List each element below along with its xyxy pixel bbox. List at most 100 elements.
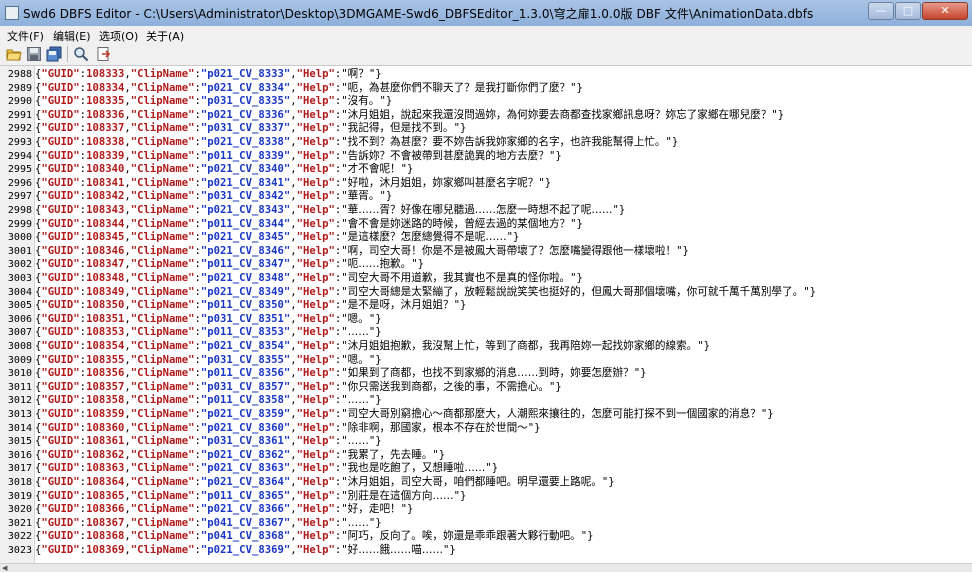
help-text: 我累了，先去睡。 (347, 448, 433, 461)
clipname-value: p021_CV_8363 (207, 462, 284, 475)
toolbar (0, 43, 972, 66)
line-number: 3011 (7, 381, 32, 393)
clipname-value: p021_CV_8334 (207, 81, 284, 94)
line-number: 2994 (7, 150, 32, 162)
clipname-value: p031_CV_8337 (207, 122, 284, 135)
guid-value: 108360 (86, 421, 125, 434)
clipname-value: p021_CV_8364 (207, 476, 284, 488)
guid-value: 108359 (86, 408, 125, 420)
code-line: 3004 {"GUID":108349,"ClipName":"p021_CV_8… (0, 286, 816, 300)
clipname-value: p011_CV_8358 (207, 394, 284, 407)
code-line: 3020 {"GUID":108366,"ClipName":"p021_CV_8… (0, 503, 414, 517)
line-number: 3013 (7, 409, 32, 420)
guid-value: 108338 (86, 136, 125, 148)
line-number: 3005 (7, 300, 32, 312)
guid-value: 108350 (86, 299, 125, 312)
guid-value: 108341 (86, 176, 125, 189)
help-text: 司空大哥不用道歉，我其實也不是真的怪你啦。 (347, 272, 571, 284)
clipname-value: p011_CV_8344 (207, 217, 284, 230)
code-line: 3014 {"GUID":108360,"ClipName":"p021_CV_8… (0, 422, 541, 436)
guid-value: 108333 (86, 68, 125, 80)
window-title: Swd6 DBFS Editor - C:\Users\Administrato… (23, 7, 814, 21)
line-number: 3009 (7, 354, 32, 366)
code-line: 3017 {"GUID":108363,"ClipName":"p021_CV_8… (0, 462, 498, 476)
close-button[interactable]: ✕ (922, 2, 968, 20)
help-text: 好，走吧！ (347, 503, 401, 516)
line-number: 3022 (7, 531, 32, 543)
code-line: 3009 {"GUID":108355,"ClipName":"p031_CV_8… (0, 354, 382, 368)
code-line: 3021 {"GUID":108367,"ClipName":"p041_CV_8… (0, 517, 382, 531)
clipname-value: p031_CV_8351 (207, 312, 284, 325)
guid-value: 108340 (86, 163, 125, 176)
help-text: 啊，司空大哥！你是不是被鳳大哥帶壞了？怎麼嘴變得跟他一樣壞啦！ (347, 244, 677, 257)
clipname-value: p021_CV_8341 (207, 176, 284, 189)
guid-value: 108345 (86, 231, 125, 244)
help-text: 別莊是在這個方向…… (347, 489, 454, 502)
menu-about[interactable]: 关于(A) (146, 28, 184, 44)
clipname-value: p011_CV_8350 (207, 299, 284, 312)
help-text: 嗯。 (347, 312, 369, 325)
line-number: 2999 (7, 218, 32, 230)
clipname-value: p021_CV_8362 (207, 448, 284, 461)
line-number: 2995 (7, 164, 32, 176)
help-text: 阿巧，反向了。唉，妳還是乖乖跟著大夥行動吧。 (347, 530, 581, 543)
clipname-value: p031_CV_8342 (207, 190, 284, 203)
help-text: 華……胥？好像在哪兒聽過……怎麼一時想不起了呢…… (347, 204, 613, 216)
minimize-button[interactable]: — (868, 2, 894, 20)
clipname-value: p011_CV_8356 (207, 367, 284, 380)
help-text: 司空大哥別窮擔心～商都那麼大，人潮熙來攘往的，怎麼可能打探不到一個國家的消息？ (347, 408, 761, 420)
help-text: 華胥。 (347, 190, 380, 203)
help-text: 啊？ (347, 68, 369, 80)
line-number: 3017 (7, 463, 32, 475)
code-line: 2989 {"GUID":108334,"ClipName":"p021_CV_8… (0, 82, 583, 96)
help-text: 才不會呢！ (347, 163, 401, 176)
menu-options[interactable]: 选项(O) (99, 28, 138, 44)
help-text: 沐月姐姐抱歉，我沒幫上忙，等到了商都，我再陪妳一起找妳家鄉的線索。 (347, 340, 698, 352)
text-editor[interactable]: 2988 {"GUID":108333,"ClipName":"p021_CV_8… (0, 66, 972, 563)
app-icon (5, 6, 19, 20)
menu-file[interactable]: 文件(F) (7, 28, 44, 44)
help-text: 找不到？為甚麼？要不妳告訴我妳家鄉的名字，也許我能幫得上忙。 (347, 136, 666, 148)
search-icon[interactable] (73, 46, 89, 62)
code-line: 3015 {"GUID":108361,"ClipName":"p031_CV_8… (0, 435, 382, 449)
clipname-value: p021_CV_8369 (207, 544, 284, 556)
export-icon[interactable] (96, 46, 112, 62)
guid-value: 108365 (86, 489, 125, 502)
help-text: …… (347, 435, 369, 448)
help-text: 你只需送我到商都，之後的事，不需擔心。 (347, 380, 549, 393)
guid-value: 108364 (86, 476, 125, 488)
line-number: 3021 (7, 517, 32, 529)
guid-value: 108348 (86, 272, 125, 284)
clipname-value: p011_CV_8339 (207, 149, 284, 162)
guid-value: 108358 (86, 394, 125, 407)
help-text: 如果到了商都，也找不到家鄉的消息……到時，妳要怎麼辦？ (347, 367, 634, 380)
line-number: 2990 (7, 96, 32, 108)
guid-value: 108336 (86, 108, 125, 121)
menu-bar: 文件(F) 编辑(E) 选项(O) 关于(A) (0, 26, 972, 43)
help-text: 呃……抱歉。 (347, 258, 412, 271)
maximize-button[interactable]: □ (895, 2, 921, 20)
code-line: 3007 {"GUID":108353,"ClipName":"p011_CV_8… (0, 326, 382, 340)
code-line: 2995 {"GUID":108340,"ClipName":"p021_CV_8… (0, 163, 414, 177)
clipname-value: p021_CV_8333 (207, 68, 284, 80)
help-text: 沒有。 (347, 95, 380, 108)
line-number: 2993 (7, 137, 32, 148)
menu-edit[interactable]: 编辑(E) (53, 28, 91, 44)
clipname-value: p021_CV_8340 (207, 163, 284, 176)
open-folder-icon[interactable] (6, 46, 22, 62)
line-number: 3004 (7, 286, 32, 298)
code-line: 3011 {"GUID":108357,"ClipName":"p031_CV_8… (0, 381, 562, 395)
code-line: 2999 {"GUID":108344,"ClipName":"p011_CV_8… (0, 218, 583, 232)
help-text: 好……餓……喵…… (347, 544, 444, 556)
clipname-value: p041_CV_8367 (207, 516, 284, 529)
line-number: 3010 (7, 368, 32, 380)
help-text: 沐月姐姐，司空大哥，咱們都睡吧。明早還要上路呢。 (347, 476, 602, 488)
line-number: 2992 (7, 123, 32, 135)
save-all-icon[interactable] (46, 46, 62, 62)
line-number: 3000 (7, 232, 32, 244)
guid-value: 108356 (86, 367, 125, 380)
help-text: …… (347, 326, 369, 339)
clipname-value: p021_CV_8366 (207, 503, 284, 516)
save-icon[interactable] (26, 46, 42, 62)
code-line: 2993 {"GUID":108338,"ClipName":"p021_CV_8… (0, 136, 678, 150)
